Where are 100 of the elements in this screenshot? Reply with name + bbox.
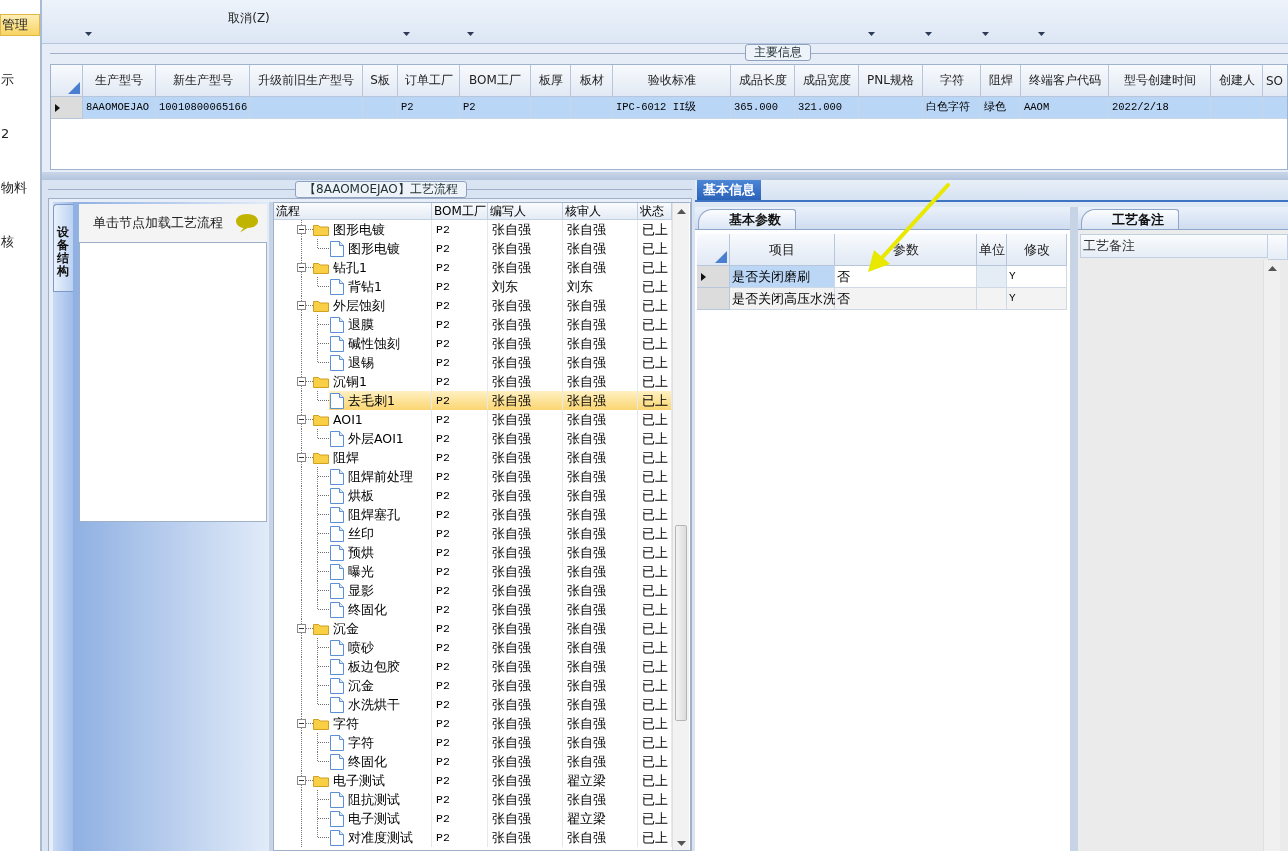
row-header[interactable]: [51, 97, 83, 119]
collapse-icon[interactable]: [297, 377, 306, 386]
nav-item[interactable]: 管理: [0, 14, 40, 36]
toolbar-button[interactable]: 取消(Z): [209, 10, 289, 27]
column-header[interactable]: S板: [363, 65, 398, 97]
column-header[interactable]: 工艺备注: [1080, 234, 1268, 258]
collapse-icon[interactable]: [297, 453, 306, 462]
column-header[interactable]: 订单工厂: [398, 65, 460, 97]
tree-cell[interactable]: 终固化: [348, 752, 387, 771]
collapse-icon[interactable]: [297, 415, 306, 424]
tree-cell[interactable]: 烘板: [348, 486, 374, 505]
dropdown-caret-icon[interactable]: [925, 32, 932, 36]
tree-cell[interactable]: 图形电镀: [333, 220, 385, 239]
column-header[interactable]: 创建人: [1211, 65, 1263, 97]
tab[interactable]: 基本信息: [697, 180, 761, 200]
tree-cell[interactable]: 背钻1: [348, 277, 382, 296]
nav-item[interactable]: 核: [0, 232, 40, 252]
tree-cell[interactable]: 退膜: [348, 315, 374, 334]
tree-cell[interactable]: 预烘: [348, 543, 374, 562]
column-header[interactable]: 参数: [835, 234, 977, 266]
tree-cell[interactable]: 退锡: [348, 353, 374, 372]
tree-cell[interactable]: 对准度测试: [348, 828, 413, 847]
tree-cell[interactable]: AOI1: [333, 410, 363, 429]
collapse-icon[interactable]: [297, 301, 306, 310]
tree-cell[interactable]: 沉金: [348, 676, 374, 695]
tree-cell[interactable]: 字符: [333, 714, 359, 733]
scroll-thumb[interactable]: [675, 525, 687, 721]
side-tab[interactable]: 设备结构: [53, 204, 73, 292]
tree-cell[interactable]: 阻焊: [333, 448, 359, 467]
column-header[interactable]: 编写人: [488, 203, 563, 220]
grid-corner[interactable]: [51, 65, 83, 97]
column-header[interactable]: 阻焊: [981, 65, 1021, 97]
tree-cell[interactable]: 阻焊塞孔: [348, 505, 400, 524]
nav-item[interactable]: 示: [0, 70, 40, 90]
scroll-up-icon[interactable]: [676, 209, 686, 214]
column-header[interactable]: BOM工厂: [460, 65, 531, 97]
nav-item[interactable]: 物料: [0, 178, 40, 198]
dropdown-caret-icon[interactable]: [403, 32, 410, 36]
column-header[interactable]: 成品宽度: [795, 65, 859, 97]
tree-cell[interactable]: 外层蚀刻: [333, 296, 385, 315]
tree-cell[interactable]: 喷砂: [348, 638, 374, 657]
scroll-up-icon[interactable]: [1267, 266, 1277, 271]
tree-cell[interactable]: 丝印: [348, 524, 374, 543]
tree-cell[interactable]: 水洗烘干: [348, 695, 400, 714]
column-header[interactable]: 型号创建时间: [1109, 65, 1211, 97]
column-header[interactable]: 单位: [977, 234, 1007, 266]
column-header[interactable]: 新生产型号: [156, 65, 250, 97]
tab[interactable]: 工艺备注: [1081, 209, 1179, 229]
select-all-icon[interactable]: [68, 82, 80, 94]
column-header[interactable]: 验收标准: [613, 65, 731, 97]
dropdown-caret-icon[interactable]: [1038, 32, 1045, 36]
column-header[interactable]: 流程: [274, 203, 432, 220]
dropdown-caret-icon[interactable]: [868, 32, 875, 36]
tree-cell[interactable]: 阻抗测试: [348, 790, 400, 809]
collapse-icon[interactable]: [297, 624, 306, 633]
tree-cell[interactable]: 碱性蚀刻: [348, 334, 400, 353]
tree-cell[interactable]: 终固化: [348, 600, 387, 619]
column-header[interactable]: 板材: [571, 65, 613, 97]
collapse-icon[interactable]: [297, 263, 306, 272]
column-header[interactable]: 升级前旧生产型号: [250, 65, 363, 97]
dropdown-caret-icon[interactable]: [85, 32, 92, 36]
table-cell[interactable]: 否: [835, 288, 977, 310]
tree-cell[interactable]: 沉铜1: [333, 372, 367, 391]
column-header[interactable]: 终端客户代码: [1021, 65, 1109, 97]
tree-cell[interactable]: 阻焊前处理: [348, 467, 413, 486]
tree-cell[interactable]: 外层AOI1: [348, 429, 404, 448]
tree-cell[interactable]: 字符: [348, 733, 374, 752]
tab[interactable]: 基本参数: [698, 209, 796, 229]
column-header[interactable]: SO: [1263, 65, 1287, 97]
scroll-down-icon[interactable]: [676, 841, 686, 846]
collapse-icon[interactable]: [297, 719, 306, 728]
grid-corner[interactable]: [697, 234, 730, 266]
nav-item[interactable]: 2: [0, 124, 40, 144]
dropdown-caret-icon[interactable]: [467, 32, 474, 36]
collapse-icon[interactable]: [297, 225, 306, 234]
tree-cell[interactable]: 电子测试: [348, 809, 400, 828]
collapse-icon[interactable]: [297, 776, 306, 785]
column-header[interactable]: 成品长度: [731, 65, 795, 97]
select-all-icon[interactable]: [715, 251, 727, 263]
scrollbar[interactable]: [1263, 260, 1280, 851]
column-header[interactable]: 核审人: [563, 203, 638, 220]
row-header[interactable]: [697, 266, 730, 288]
table-row[interactable]: 是否关闭高压水洗否 Y: [697, 288, 1068, 310]
tree-cell[interactable]: 板边包胶: [348, 657, 400, 676]
column-header[interactable]: PNL规格: [859, 65, 923, 97]
tree-cell[interactable]: 钻孔1: [333, 258, 367, 277]
scrollbar[interactable]: [672, 203, 689, 850]
column-header[interactable]: BOM工厂: [432, 203, 488, 220]
tree-cell[interactable]: 曝光: [348, 562, 374, 581]
column-header[interactable]: 板厚: [531, 65, 571, 97]
column-header[interactable]: 字符: [923, 65, 981, 97]
column-header[interactable]: 项目: [730, 234, 835, 266]
tree-cell[interactable]: 沉金: [333, 619, 359, 638]
tree-cell[interactable]: 显影: [348, 581, 374, 600]
column-header[interactable]: 修改: [1007, 234, 1067, 266]
tree-cell[interactable]: 电子测试: [333, 771, 385, 790]
table-row[interactable]: 8AAOMOEJAO 10010800065166 P2 P2 IPC-6012 II级 365.000 321.000 白色字符 绿色 AAOM 2022/2/18: [51, 97, 1287, 119]
tree-cell[interactable]: 图形电镀: [348, 239, 400, 258]
dropdown-caret-icon[interactable]: [982, 32, 989, 36]
column-header[interactable]: 生产型号: [83, 65, 156, 97]
